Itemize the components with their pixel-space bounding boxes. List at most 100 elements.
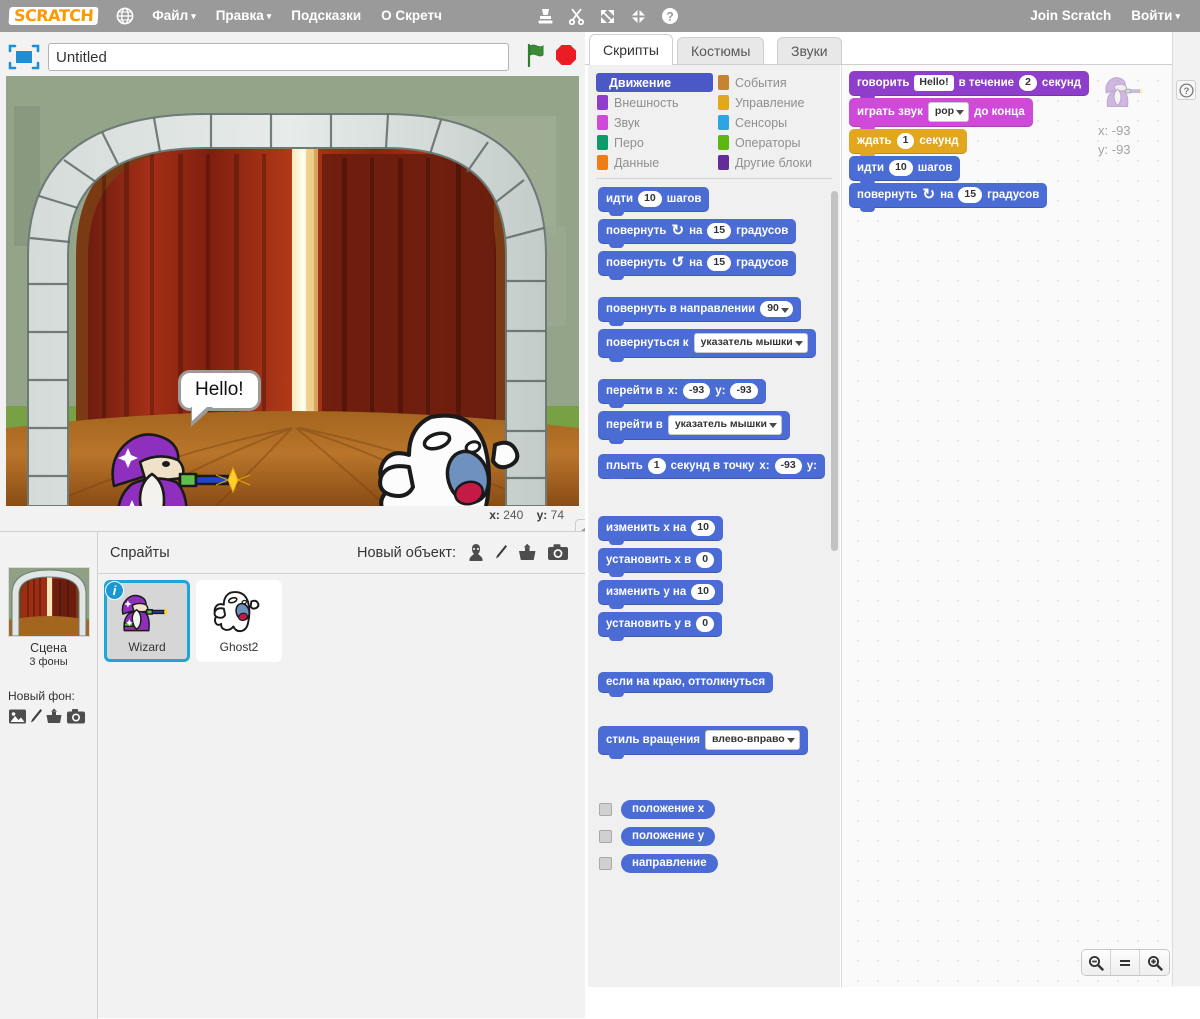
block-turn-right[interactable]: повернуть ↻ на 15 градусов <box>598 219 797 248</box>
project-title-input[interactable] <box>48 43 509 71</box>
block-turn-left[interactable]: повернуть ↺ на 15 градусов <box>598 251 797 280</box>
script-workspace[interactable]: говорить Hello! в течение 2 секунд играт… <box>841 65 1182 987</box>
menu-tips[interactable]: Подсказки <box>281 0 371 32</box>
direction-dropdown[interactable]: 90 <box>760 301 793 317</box>
tab-costumes[interactable]: Костюмы <box>677 37 765 64</box>
block-palette[interactable]: Движение События Внешность Управление Зв… <box>588 65 840 987</box>
block-if-on-edge-bounce[interactable]: если на краю, оттолкнуться <box>598 672 774 697</box>
block-change-y-by[interactable]: изменить y на 10 <box>598 580 723 609</box>
camera-icon[interactable] <box>547 543 569 562</box>
script-block-play-sound-until-done[interactable]: играть звук pop до конца <box>849 98 1033 131</box>
block-number-input[interactable]: -93 <box>774 458 802 474</box>
watcher-checkbox-y-position[interactable] <box>599 830 612 843</box>
upload-icon[interactable] <box>45 708 64 730</box>
green-flag-icon[interactable] <box>523 42 549 73</box>
menu-edit[interactable]: Правка ▾ <box>206 0 282 33</box>
block-move-steps[interactable]: идти 10 шагов <box>598 187 710 216</box>
block-number-input[interactable]: 10 <box>691 584 715 600</box>
watcher-checkbox-direction[interactable] <box>599 857 612 870</box>
block-go-to-xy[interactable]: перейти в x: -93 y: -93 <box>598 379 766 408</box>
rotation-style-dropdown[interactable]: влево-вправо <box>704 730 800 750</box>
category-sensing[interactable]: Сенсоры <box>717 113 834 132</box>
sound-dropdown[interactable]: pop <box>927 102 970 122</box>
library-image-icon[interactable] <box>8 708 27 730</box>
sprite-wizard-on-stage[interactable] <box>106 428 256 506</box>
zoom-reset-icon[interactable] <box>1111 950 1140 975</box>
camera-icon[interactable] <box>66 708 86 730</box>
block-text-input[interactable]: Hello! <box>914 75 954 91</box>
stop-sign-icon[interactable] <box>553 42 579 73</box>
block-number-input[interactable]: 15 <box>707 255 732 271</box>
block-number-input[interactable]: 1 <box>647 458 666 474</box>
category-sound[interactable]: Звук <box>596 113 713 132</box>
zoom-in-icon[interactable] <box>1140 950 1169 975</box>
palette-block-list[interactable]: идти 10 шагов повернуть ↻ на 15 градусов <box>588 187 840 987</box>
tab-scripts[interactable]: Скрипты <box>589 34 673 65</box>
sprite-ghost-on-stage[interactable] <box>369 411 544 506</box>
sign-in-menu[interactable]: Войти ▾ <box>1121 0 1190 33</box>
join-scratch-link[interactable]: Join Scratch <box>1020 0 1121 32</box>
block-number-input[interactable]: -93 <box>730 383 758 399</box>
category-pen[interactable]: Перо <box>596 133 713 152</box>
menu-file[interactable]: Файл ▾ <box>142 0 205 33</box>
block-set-rotation-style[interactable]: стиль вращения влево-вправо <box>598 726 808 759</box>
tab-sounds[interactable]: Звуки <box>777 37 842 64</box>
zoom-out-icon[interactable] <box>1082 950 1111 975</box>
scissors-icon[interactable] <box>568 7 585 25</box>
category-control[interactable]: Управление <box>717 93 834 112</box>
reporter-y-position[interactable]: положение y <box>621 827 716 846</box>
block-number-input[interactable]: 0 <box>696 616 715 632</box>
target-dropdown[interactable]: указатель мышки <box>693 333 808 353</box>
block-number-input[interactable]: 0 <box>696 552 715 568</box>
globe-icon[interactable] <box>116 7 134 25</box>
sprite-info-badge[interactable]: i <box>105 581 124 600</box>
block-number-input[interactable]: 15 <box>707 223 732 239</box>
stage-selector-panel[interactable]: Сцена 3 фоны Новый фон: <box>0 532 98 1019</box>
sprite-card-ghost2[interactable]: Ghost2 <box>196 580 282 662</box>
block-number-input[interactable]: 10 <box>889 160 913 176</box>
block-number-input[interactable]: 1 <box>896 133 915 149</box>
category-looks[interactable]: Внешность <box>596 93 713 112</box>
category-motion[interactable]: Движение <box>596 73 713 92</box>
block-point-in-direction[interactable]: повернуть в направлении 90 <box>598 297 801 326</box>
stage-thumbnail[interactable] <box>7 567 90 637</box>
block-set-y-to[interactable]: установить y в 0 <box>598 612 723 641</box>
target-dropdown[interactable]: указатель мышки <box>667 415 783 435</box>
category-events[interactable]: События <box>717 73 834 92</box>
script-block-stack[interactable]: говорить Hello! в течение 2 секунд играт… <box>849 71 1090 212</box>
block-change-x-by[interactable]: изменить x на 10 <box>598 516 723 545</box>
category-data[interactable]: Данные <box>596 153 713 172</box>
script-block-wait-secs[interactable]: ждать 1 секунд <box>849 129 967 158</box>
block-number-input[interactable]: 2 <box>1019 75 1037 91</box>
stamp-icon[interactable] <box>537 7 554 25</box>
paint-brush-icon[interactable] <box>494 543 508 562</box>
help-icon[interactable]: ? <box>661 7 679 25</box>
palette-scrollbar[interactable] <box>831 191 838 551</box>
upload-icon[interactable] <box>517 543 538 562</box>
block-set-x-to[interactable]: установить x в 0 <box>598 548 723 577</box>
stage-canvas[interactable]: Hello! <box>6 76 579 506</box>
reporter-direction[interactable]: направление <box>621 854 718 873</box>
block-number-input[interactable]: -93 <box>683 383 711 399</box>
block-number-input[interactable]: 10 <box>638 191 662 207</box>
small-stage-icon[interactable] <box>6 42 42 72</box>
scratch-logo[interactable]: SCRATCH <box>8 6 99 25</box>
grow-icon[interactable] <box>599 8 616 25</box>
script-block-say-for-secs[interactable]: говорить Hello! в течение 2 секунд <box>849 71 1090 100</box>
script-block-move-steps[interactable]: идти 10 шагов <box>849 156 961 185</box>
block-glide-to-xy[interactable]: плыть 1 секунд в точку x: -93 y: <box>598 454 825 479</box>
reporter-x-position[interactable]: положение x <box>621 800 716 819</box>
category-more-blocks[interactable]: Другие блоки <box>717 153 834 172</box>
block-go-to-target[interactable]: перейти в указатель мышки <box>598 411 791 444</box>
shrink-icon[interactable] <box>630 8 647 25</box>
script-block-turn-right[interactable]: повернуть ↻ на 15 градусов <box>849 183 1048 212</box>
sprite-card-wizard[interactable]: i Wizard <box>104 580 190 662</box>
category-operators[interactable]: Операторы <box>717 133 834 152</box>
block-number-input[interactable]: 15 <box>958 187 983 203</box>
question-mark-icon[interactable]: ? <box>1176 80 1196 100</box>
watcher-checkbox-x-position[interactable] <box>599 803 612 816</box>
block-number-input[interactable]: 10 <box>691 520 715 536</box>
sprite-library-icon[interactable] <box>467 543 485 562</box>
paint-brush-icon[interactable] <box>29 708 43 730</box>
block-point-towards[interactable]: повернуться к указатель мышки <box>598 329 816 362</box>
